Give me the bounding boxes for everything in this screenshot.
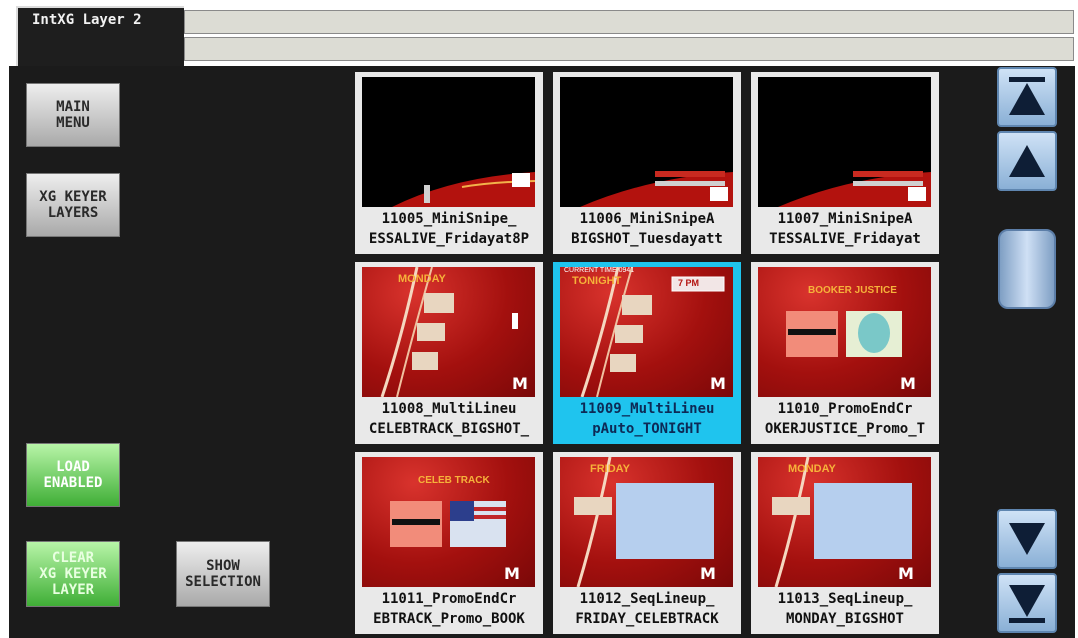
thumbnail-caption: 11010_PromoEndCr OKERJUSTICE_Promo_T	[764, 401, 926, 437]
thumbnail-caption: 11009_MultiLineu pAuto_TONIGHT	[579, 401, 715, 437]
thumbnail-preview: M MONDAY	[362, 267, 535, 397]
tab-title: IntXG Layer 2	[32, 12, 142, 28]
thumbnail-preview: M FRIDAY	[560, 457, 733, 587]
thumbnail-11009[interactable]: M CURRENT TIME 0941 TONIGHT 7 PM 11009_M…	[553, 262, 741, 444]
thumbnail-preview: M MONDAY	[758, 457, 931, 587]
graphic-title: FRIDAY	[590, 463, 630, 475]
graphic-title: TONIGHT	[572, 275, 622, 287]
thumbnail-11005[interactable]: 11005_MiniSnipe_ ESSALIVE_Fridayat8P	[355, 72, 543, 254]
thumbnail-11007[interactable]: 11007_MiniSnipeA TESSALIVE_Fridayat	[751, 72, 939, 254]
graphic-title: MONDAY	[398, 273, 446, 285]
thumbnail-11008[interactable]: M MONDAY 11008_MultiLineu CELEBTRACK_BIGS…	[355, 262, 543, 444]
scrollbar-thumb[interactable]	[998, 229, 1056, 309]
graphic-title: BOOKER JUSTICE	[808, 285, 897, 296]
thumbnail-caption: 11007_MiniSnipeA TESSALIVE_Fridayat	[769, 211, 921, 247]
graphic-title: MONDAY	[788, 463, 836, 475]
main-menu-button[interactable]: MAIN MENU	[26, 83, 120, 147]
header-strip-bottom	[184, 37, 1074, 61]
scroll-down-icon	[1009, 523, 1045, 555]
scroll-top-icon	[1009, 77, 1045, 115]
load-enabled-button[interactable]: LOAD ENABLED	[26, 443, 120, 507]
thumbnail-preview: M BOOKER JUSTICE	[758, 267, 931, 397]
thumbnail-preview: M CURRENT TIME 0941 TONIGHT 7 PM	[560, 267, 733, 397]
graphic-time: 7 PM	[678, 278, 700, 288]
thumbnail-preview	[362, 77, 535, 207]
thumbnail-preview	[560, 77, 733, 207]
tab-intxg-layer-2[interactable]: IntXG Layer 2	[16, 6, 184, 66]
scroll-up-button[interactable]	[997, 131, 1057, 191]
thumbnail-caption: 11006_MiniSnipeA BIGSHOT_Tuesdayatt	[571, 211, 723, 247]
header-strip-top	[184, 10, 1074, 34]
tab-bar: IntXG Layer 2	[0, 0, 1078, 66]
svg-text:M: M	[898, 564, 914, 583]
graphic-title: CELEB TRACK	[418, 475, 490, 486]
thumbnail-11013[interactable]: M MONDAY 11013_SeqLineup_ MONDAY_BIGSHOT	[751, 452, 939, 634]
thumbnail-11006[interactable]: 11006_MiniSnipeA BIGSHOT_Tuesdayatt	[553, 72, 741, 254]
thumbnail-caption: 11012_SeqLineup_ FRIDAY_CELEBTRACK	[575, 591, 719, 627]
scroll-bottom-icon	[1009, 585, 1045, 623]
thumbnail-caption: 11011_PromoEndCr EBTRACK_Promo_BOOK	[373, 591, 525, 627]
thumbnail-11012[interactable]: M FRIDAY 11012_SeqLineup_ FRIDAY_CELEBTRA…	[553, 452, 741, 634]
scroll-top-button[interactable]	[997, 67, 1057, 127]
show-selection-button[interactable]: SHOW SELECTION	[176, 541, 270, 607]
svg-text:M: M	[710, 374, 726, 393]
svg-text:M: M	[504, 564, 520, 583]
svg-text:M: M	[900, 374, 916, 393]
thumbnail-11010[interactable]: M BOOKER JUSTICE 11010_PromoEndCr OKERJUS…	[751, 262, 939, 444]
xg-keyer-layers-button[interactable]: XG KEYER LAYERS	[26, 173, 120, 237]
scroll-up-icon	[1009, 145, 1045, 177]
thumbnail-caption: 11008_MultiLineu CELEBTRACK_BIGSHOT_	[368, 401, 530, 437]
thumbnail-preview	[758, 77, 931, 207]
scroll-bottom-button[interactable]	[997, 573, 1057, 633]
scroll-down-button[interactable]	[997, 509, 1057, 569]
thumbnail-preview: M CELEB TRACK	[362, 457, 535, 587]
graphic-caption: CURRENT TIME 0941	[564, 267, 635, 274]
svg-text:M: M	[512, 374, 528, 393]
svg-text:M: M	[700, 564, 716, 583]
thumbnail-caption: 11005_MiniSnipe_ ESSALIVE_Fridayat8P	[368, 211, 530, 247]
clear-xg-keyer-layer-button[interactable]: CLEAR XG KEYER LAYER	[26, 541, 120, 607]
thumbnail-caption: 11013_SeqLineup_ MONDAY_BIGSHOT	[777, 591, 913, 627]
thumbnail-11011[interactable]: M CELEB TRACK 11011_PromoEndCr EBTRACK_Pr…	[355, 452, 543, 634]
